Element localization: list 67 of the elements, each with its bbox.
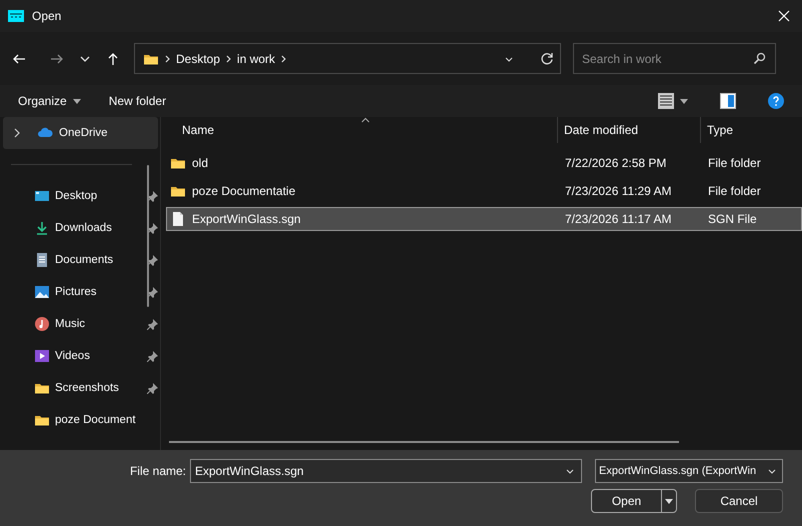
chevron-icon xyxy=(226,54,232,62)
organize-button[interactable]: Organize xyxy=(12,90,87,112)
help-icon xyxy=(768,93,784,109)
app-icon xyxy=(8,10,24,22)
file-name: old xyxy=(192,156,208,170)
preview-pane-icon xyxy=(720,93,736,109)
column-header[interactable]: Type xyxy=(701,117,802,143)
sidebar-item[interactable]: Screenshots xyxy=(0,372,158,404)
chevron-icon xyxy=(281,54,286,62)
forward-icon xyxy=(50,52,64,66)
caret-icon xyxy=(680,98,688,104)
column-header[interactable]: Name xyxy=(166,117,558,143)
file-name-label: File name: xyxy=(130,464,186,478)
window-title: Open xyxy=(32,9,62,23)
breadcrumb-item[interactable]: in work xyxy=(237,52,276,66)
sidebar-item[interactable]: OneDrive xyxy=(3,117,158,149)
date-modified: 7/23/2026 11:17 AM xyxy=(564,212,673,226)
file-row[interactable]: old 7/22/2026 2:58 PM File folder xyxy=(166,151,802,175)
file-type-dropdown[interactable]: ExportWinGlass.sgn (ExportWin xyxy=(595,459,783,483)
pin-icon xyxy=(147,318,158,330)
up-icon xyxy=(106,52,120,66)
date-modified: 7/22/2026 2:58 PM xyxy=(564,156,668,170)
file-name-field[interactable]: ExportWinGlass.sgn xyxy=(190,459,582,483)
picture-icon xyxy=(34,284,50,300)
caret-icon xyxy=(72,98,81,104)
file-name: poze Documentatie xyxy=(192,184,296,198)
desktop-icon xyxy=(34,188,50,204)
file-type: File folder xyxy=(707,156,762,170)
pin-icon xyxy=(147,350,158,362)
download-icon xyxy=(34,220,50,236)
sidebar-item[interactable]: Videos xyxy=(0,340,158,372)
pin-icon xyxy=(147,222,158,234)
pin-icon xyxy=(147,254,158,266)
search-field[interactable]: Search in work xyxy=(573,43,776,74)
sidebar-item[interactable]: Documents xyxy=(0,244,158,276)
file-type: File folder xyxy=(707,184,762,198)
file-type: SGN File xyxy=(707,212,758,226)
breadcrumb-item[interactable]: Desktop xyxy=(176,52,220,66)
file-icon xyxy=(170,211,186,227)
pin-icon xyxy=(147,190,158,202)
sidebar-item[interactable]: Desktop xyxy=(0,180,158,212)
pin-icon xyxy=(147,286,158,298)
file-row[interactable]: poze Documentatie 7/23/2026 11:29 AM File folder xyxy=(166,179,802,203)
sidebar-item[interactable]: Downloads xyxy=(0,212,158,244)
date-modified: 7/23/2026 11:29 AM xyxy=(564,184,673,198)
list-view-icon xyxy=(658,93,674,109)
column-header[interactable]: Date modified xyxy=(558,117,701,143)
file-name: ExportWinGlass.sgn xyxy=(192,212,301,226)
sidebar-item[interactable]: Music xyxy=(0,308,158,340)
open-button[interactable]: Open xyxy=(591,489,677,513)
sort-ascending-icon xyxy=(361,117,370,123)
caret-icon[interactable] xyxy=(665,498,673,504)
refresh-icon[interactable] xyxy=(540,52,554,66)
chevron-right-icon[interactable] xyxy=(13,128,21,138)
video-icon xyxy=(34,348,50,364)
back-icon xyxy=(12,52,26,66)
music-icon xyxy=(34,316,50,332)
address-bar[interactable]: Desktop in work xyxy=(134,43,561,74)
close-icon xyxy=(778,10,790,22)
file-row[interactable]: ExportWinGlass.sgn 7/23/2026 11:17 AM SGN File xyxy=(166,207,802,231)
cancel-button[interactable]: Cancel xyxy=(695,489,783,513)
pin-icon xyxy=(147,382,158,394)
new-folder-button[interactable]: New folder xyxy=(102,90,172,112)
document-icon xyxy=(34,252,50,268)
sidebar-item[interactable]: poze Document xyxy=(0,404,158,436)
chevron-icon xyxy=(165,54,170,62)
search-icon xyxy=(753,52,766,65)
